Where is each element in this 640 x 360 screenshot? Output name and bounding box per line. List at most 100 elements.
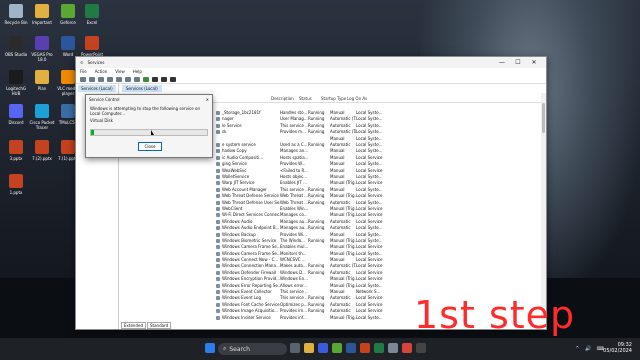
- clock[interactable]: 09:32 05/02/2024: [603, 342, 632, 354]
- start-button[interactable]: [205, 343, 215, 353]
- geforce-taskbar-icon[interactable]: [332, 343, 342, 353]
- dialog-close-button[interactable]: Close: [138, 142, 162, 151]
- console-tree-icon[interactable]: [98, 76, 104, 82]
- desktop-icon[interactable]: Cisco Packet Tracer: [28, 104, 56, 130]
- service-log-on-as: Local Syste...: [356, 173, 383, 179]
- desktop-icon[interactable]: 3.pptx: [2, 140, 30, 161]
- scrollbar-thumb[interactable]: [542, 103, 545, 133]
- service-description: <Failed to R...: [280, 167, 308, 173]
- task-view-icon[interactable]: [290, 343, 300, 353]
- dialog-message: Windows is attempting to stop the follow…: [90, 106, 200, 116]
- service-control-dialog[interactable]: Service Control ✕ Windows is attempting …: [85, 94, 213, 158]
- excel-taskbar-icon[interactable]: [374, 343, 384, 353]
- tab-standard[interactable]: Standard: [147, 321, 172, 329]
- desktop-icon[interactable]: Recycle Bin: [2, 4, 30, 25]
- service-startup-type: Manual: [330, 154, 345, 160]
- desktop-icon[interactable]: 1.pptx: [2, 174, 30, 195]
- desktop-icon[interactable]: Excel: [78, 4, 106, 25]
- service-description: Provides W...: [280, 161, 306, 167]
- menu-help[interactable]: Help: [133, 69, 142, 74]
- dialog-titlebar[interactable]: Service Control ✕: [86, 95, 212, 103]
- service-name: ging Service: [213, 161, 280, 167]
- export-icon[interactable]: [125, 76, 131, 82]
- column-log-on-as[interactable]: Log On As: [347, 96, 377, 101]
- desktop-icon-label: Important: [32, 20, 52, 25]
- service-status: Running: [308, 199, 325, 205]
- desktop-icon[interactable]: OBS Studio: [2, 36, 30, 57]
- service-status: Running: [308, 122, 325, 128]
- desktop-icon-image: [9, 4, 23, 18]
- service-name: Windows Biometric Service: [213, 238, 280, 243]
- service-name: Windows Error Reporting Se...: [213, 283, 280, 288]
- desktop-icon[interactable]: LogitechG HUB: [2, 70, 30, 96]
- service-log-on-as: Local Syste...: [356, 314, 383, 320]
- service-startup-type: Automatic (T...: [330, 116, 356, 122]
- restart-service-icon[interactable]: [170, 76, 176, 82]
- forward-icon[interactable]: [89, 76, 95, 82]
- service-log-on-as: Local Service: [356, 180, 383, 186]
- discord-taskbar-icon[interactable]: [318, 343, 328, 353]
- desktop-icon[interactable]: Important: [28, 4, 56, 25]
- desktop-icon-image: [35, 104, 49, 118]
- minimize-button[interactable]: —: [494, 59, 510, 66]
- service-startup-type: Manual: [330, 186, 345, 192]
- powerpoint-taskbar-icon[interactable]: [360, 343, 370, 353]
- desktop-icon[interactable]: PowerPoint: [78, 36, 106, 57]
- desktop-icon[interactable]: 7.(2).pptx: [28, 140, 56, 161]
- service-name: Web Threat Defense User Se...: [213, 200, 280, 205]
- window-titlebar[interactable]: ⚙ Services — ☐ ✕: [76, 57, 546, 68]
- service-description: Allows error...: [280, 282, 308, 288]
- desktop-icon-label: 3.pptx: [9, 156, 23, 161]
- vertical-scrollbar[interactable]: [541, 93, 546, 320]
- tree-item-services-local[interactable]: Services (Local): [78, 85, 116, 92]
- service-log-on-as: Local Service: [356, 301, 383, 307]
- service-status: Running: [308, 110, 325, 116]
- menu-action[interactable]: Action: [95, 69, 108, 74]
- desktop-icon-image: [61, 104, 75, 118]
- service-startup-type: Automatic (T...: [330, 263, 356, 269]
- service-name: Windows Audio: [213, 219, 280, 224]
- service-name: Warp JIT Service: [213, 180, 280, 186]
- word-taskbar-icon[interactable]: [346, 343, 356, 353]
- service-log-on-as: Local Service: [356, 295, 383, 301]
- desktop-icon-label: 7.(2).pptx: [32, 156, 52, 161]
- close-button[interactable]: ✕: [526, 59, 542, 66]
- desktop-icon[interactable]: Discord: [2, 104, 30, 125]
- stop-service-icon[interactable]: [152, 76, 158, 82]
- column-description[interactable]: Description: [271, 96, 299, 101]
- desktop-icon[interactable]: Plan: [28, 70, 56, 91]
- progress-fill: [91, 130, 95, 135]
- service-startup-type: Manual: [330, 257, 345, 263]
- browser-taskbar-icon[interactable]: [402, 343, 412, 353]
- service-startup-type: Manual (Trig...: [330, 193, 356, 199]
- service-startup-type: Manual (Trig...: [330, 250, 356, 256]
- maximize-button[interactable]: ☐: [510, 59, 526, 66]
- service-log-on-as: Local Syste...: [356, 148, 383, 154]
- menu-file[interactable]: File: [80, 69, 87, 74]
- column-status[interactable]: Status: [299, 96, 321, 101]
- desktop-icon-image: [35, 36, 49, 50]
- service-log-on-as: Local Syste...: [356, 250, 383, 256]
- window-title: Services: [87, 60, 105, 65]
- service-name: Windows Connect Now - C...: [213, 257, 280, 263]
- help-icon[interactable]: [134, 76, 140, 82]
- service-startup-type: Automatic: [330, 142, 351, 148]
- column-startup-type[interactable]: Startup Type: [321, 96, 347, 101]
- desktop-icon[interactable]: VEGAS Pro 18.0: [28, 36, 56, 62]
- menu-view[interactable]: View: [115, 69, 125, 74]
- desktop-icon-image: [35, 4, 49, 18]
- properties-icon[interactable]: [107, 76, 113, 82]
- start-service-icon[interactable]: [143, 76, 149, 82]
- system-tray-icons[interactable]: ^ 🔊 ⌨: [575, 346, 606, 352]
- refresh-icon[interactable]: [116, 76, 122, 82]
- service-description: WCNCSVC ...: [280, 257, 306, 263]
- terminal-taskbar-icon[interactable]: [416, 343, 426, 353]
- taskbar-search[interactable]: ⌕ Search: [218, 343, 287, 355]
- dialog-close-icon[interactable]: ✕: [206, 97, 209, 102]
- tab-extended[interactable]: Extended: [121, 321, 146, 329]
- file-explorer-icon[interactable]: [304, 343, 314, 353]
- pause-service-icon[interactable]: [161, 76, 167, 82]
- back-icon[interactable]: [80, 76, 86, 82]
- service-log-on-as: Local Syste...: [356, 225, 383, 231]
- services-taskbar-icon[interactable]: [388, 343, 398, 353]
